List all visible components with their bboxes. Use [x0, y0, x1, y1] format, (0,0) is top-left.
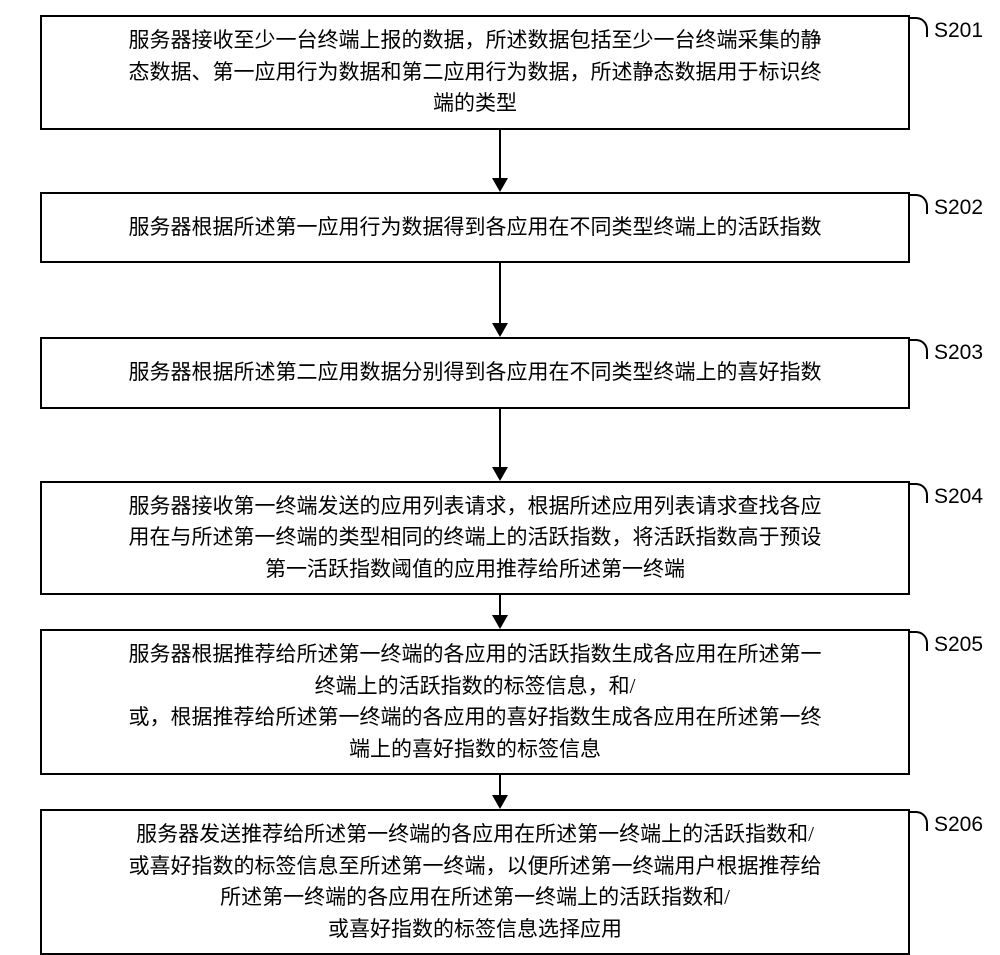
step-row-s205: 服务器根据推荐给所述第一终端的各应用的活跃指数生成各应用在所述第一 终端上的活跃…: [40, 629, 960, 775]
arrow-down-icon: [492, 409, 508, 481]
label-connector: [908, 483, 928, 503]
step-label-s202: S202: [934, 192, 983, 224]
step-text: 服务器接收至少一台终端上报的数据，所述数据包括至少一台终端采集的静: [58, 25, 892, 57]
step-text: 服务器接收第一终端发送的应用列表请求，根据所述应用列表请求查找各应: [58, 491, 892, 523]
step-text: 服务器根据推荐给所述第一终端的各应用的活跃指数生成各应用在所述第一: [58, 639, 892, 671]
step-text: 终端上的活跃指数的标签信息，和/: [58, 671, 892, 703]
step-text: 服务器根据所述第一应用行为数据得到各应用在不同类型终端上的活跃指数: [58, 212, 892, 244]
label-connector: [908, 17, 928, 37]
arrow-down-icon: [492, 130, 508, 192]
step-row-s203: 服务器根据所述第二应用数据分别得到各应用在不同类型终端上的喜好指数 S203: [40, 337, 960, 409]
flowchart-container: 服务器接收至少一台终端上报的数据，所述数据包括至少一台终端采集的静 态数据、第一…: [40, 15, 960, 955]
step-label-s203: S203: [934, 337, 983, 369]
step-box-s204: 服务器接收第一终端发送的应用列表请求，根据所述应用列表请求查找各应 用在与所述第…: [40, 481, 910, 596]
step-row-s204: 服务器接收第一终端发送的应用列表请求，根据所述应用列表请求查找各应 用在与所述第…: [40, 481, 960, 596]
step-text: 态数据、第一应用行为数据和第二应用行为数据，所述静态数据用于标识终: [58, 57, 892, 89]
label-connector: [908, 339, 928, 359]
step-row-s202: 服务器根据所述第一应用行为数据得到各应用在不同类型终端上的活跃指数 S202: [40, 192, 960, 264]
step-text: 第一活跃指数阈值的应用推荐给所述第一终端: [58, 554, 892, 586]
step-text: 或，根据推荐给所述第一终端的各应用的喜好指数生成各应用在所述第一终: [58, 702, 892, 734]
step-label-s206: S206: [934, 809, 983, 841]
step-text: 服务器发送推荐给所述第一终端的各应用在所述第一终端上的活跃指数和/: [58, 819, 892, 851]
step-box-s201: 服务器接收至少一台终端上报的数据，所述数据包括至少一台终端采集的静 态数据、第一…: [40, 15, 910, 130]
step-label-s205: S205: [934, 629, 983, 661]
step-row-s206: 服务器发送推荐给所述第一终端的各应用在所述第一终端上的活跃指数和/ 或喜好指数的…: [40, 809, 960, 955]
step-row-s201: 服务器接收至少一台终端上报的数据，所述数据包括至少一台终端采集的静 态数据、第一…: [40, 15, 960, 130]
step-text: 或喜好指数的标签信息选择应用: [58, 914, 892, 946]
arrow-down-icon: [492, 775, 508, 809]
step-text: 用在与所述第一终端的类型相同的终端上的活跃指数，将活跃指数高于预设: [58, 522, 892, 554]
step-text: 所述第一终端的各应用在所述第一终端上的活跃指数和/: [58, 882, 892, 914]
step-text: 端的类型: [58, 88, 892, 120]
step-box-s205: 服务器根据推荐给所述第一终端的各应用的活跃指数生成各应用在所述第一 终端上的活跃…: [40, 629, 910, 775]
label-connector: [908, 194, 928, 214]
step-box-s206: 服务器发送推荐给所述第一终端的各应用在所述第一终端上的活跃指数和/ 或喜好指数的…: [40, 809, 910, 955]
step-text: 端上的喜好指数的标签信息: [58, 734, 892, 766]
label-connector: [908, 631, 928, 651]
step-box-s202: 服务器根据所述第一应用行为数据得到各应用在不同类型终端上的活跃指数 S202: [40, 192, 910, 264]
step-label-s201: S201: [934, 15, 983, 47]
label-connector: [908, 811, 928, 831]
step-label-s204: S204: [934, 481, 983, 513]
step-box-s203: 服务器根据所述第二应用数据分别得到各应用在不同类型终端上的喜好指数 S203: [40, 337, 910, 409]
step-text: 服务器根据所述第二应用数据分别得到各应用在不同类型终端上的喜好指数: [58, 357, 892, 389]
step-text: 或喜好指数的标签信息至所述第一终端，以便所述第一终端用户根据推荐给: [58, 851, 892, 883]
arrow-down-icon: [492, 263, 508, 337]
arrow-down-icon: [492, 595, 508, 629]
